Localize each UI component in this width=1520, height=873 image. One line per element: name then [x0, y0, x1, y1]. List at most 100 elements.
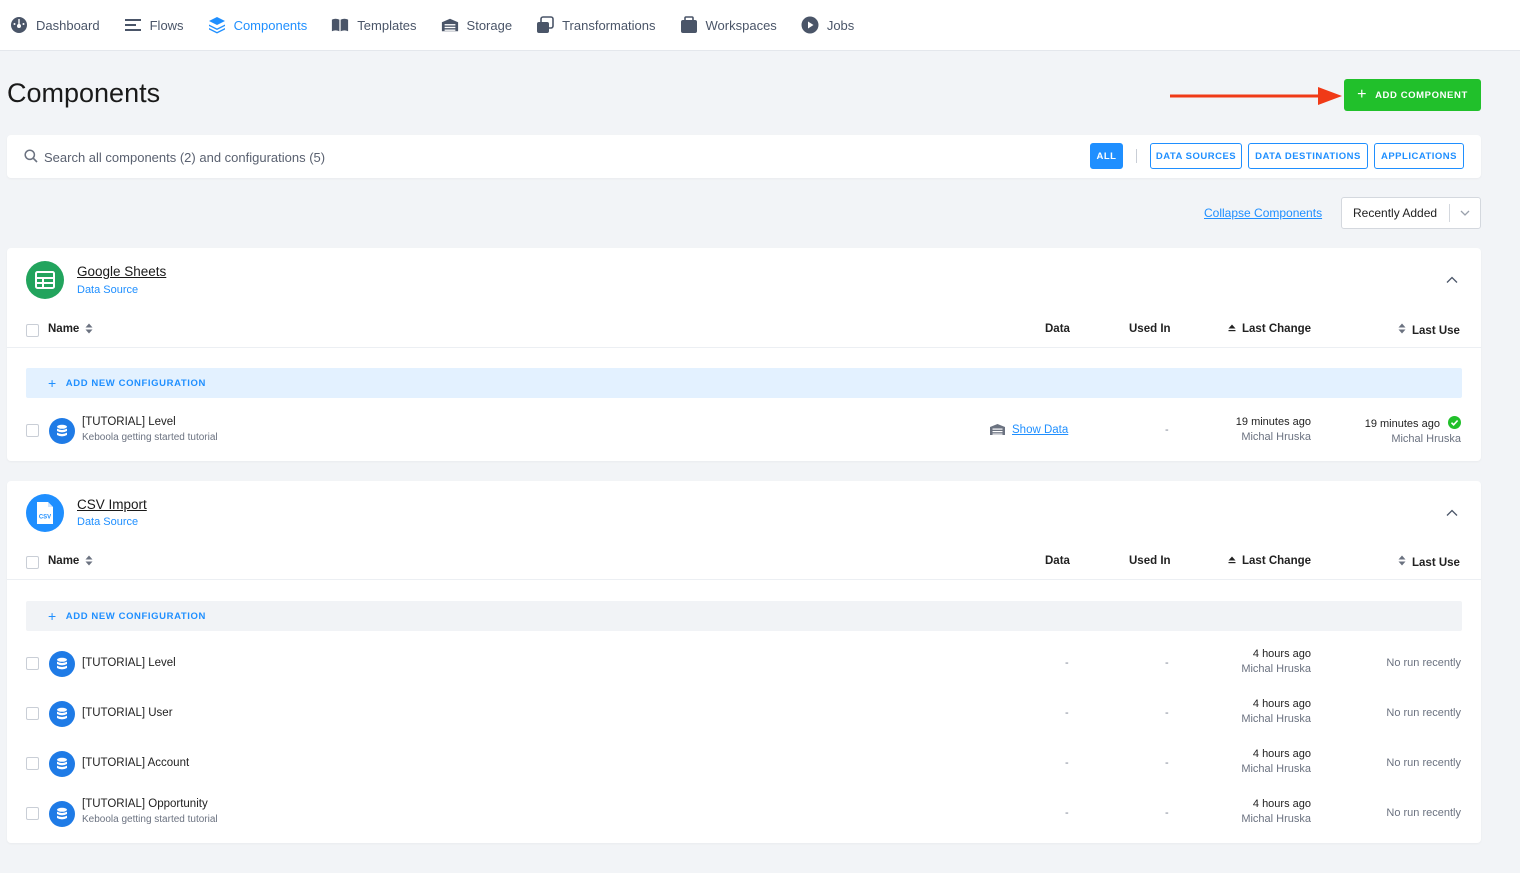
add-config-label: ADD NEW CONFIGURATION	[65, 610, 206, 622]
add-new-configuration-button[interactable]: + ADD NEW CONFIGURATION	[26, 601, 1462, 631]
col-name[interactable]: Name	[48, 555, 93, 567]
col-last-use[interactable]: Last Use	[1398, 555, 1460, 569]
table-header: Name Data Used In Last Change Last Use	[7, 544, 1481, 580]
last-change-user: Michal Hruska	[1241, 431, 1311, 443]
row-checkbox[interactable]	[26, 807, 39, 820]
last-change: 4 hours ago Michal Hruska	[1241, 798, 1311, 825]
used-in-value: -	[1165, 424, 1169, 436]
filter-applications[interactable]: APPLICATIONS	[1374, 143, 1464, 169]
data-value: -	[1065, 657, 1069, 669]
component-card-csv-import: CSV CSV Import Data Source Name Data Use…	[7, 481, 1481, 843]
used-in-value: -	[1165, 707, 1169, 719]
nav-storage[interactable]: Storage	[441, 0, 512, 51]
col-last-change[interactable]: Last Change	[1228, 323, 1311, 335]
row-name[interactable]: [TUTORIAL] Level	[82, 657, 176, 669]
row-name[interactable]: [TUTORIAL] Opportunity	[82, 798, 208, 810]
col-data: Data	[1045, 323, 1070, 335]
used-in-value: -	[1165, 657, 1169, 669]
row-checkbox[interactable]	[26, 757, 39, 770]
nav-label: Flows	[149, 17, 184, 33]
table-row[interactable]: [TUTORIAL] Opportunity Keboola getting s…	[7, 789, 1481, 839]
nav-components[interactable]: Components	[208, 0, 307, 51]
chevron-down-icon	[1450, 210, 1480, 216]
component-name[interactable]: Google Sheets	[77, 264, 166, 279]
nav-label: Jobs	[826, 17, 855, 33]
filter-divider	[1136, 149, 1137, 163]
row-checkbox[interactable]	[26, 707, 39, 720]
chevron-up-icon[interactable]	[1445, 506, 1459, 520]
component-type: Data Source	[77, 284, 139, 296]
database-icon	[49, 701, 75, 727]
component-card-google-sheets: Google Sheets Data Source Name Data Used…	[7, 248, 1481, 461]
dashboard-icon	[10, 16, 28, 34]
col-last-use-label: Last Use	[1412, 325, 1460, 337]
col-last-change-label: Last Change	[1242, 555, 1312, 567]
row-checkbox[interactable]	[26, 424, 39, 437]
plus-icon: +	[48, 375, 57, 391]
component-name[interactable]: CSV Import	[77, 497, 147, 512]
sort-asc-icon	[1228, 556, 1236, 564]
flows-icon	[124, 16, 142, 34]
row-name[interactable]: [TUTORIAL] User	[82, 707, 173, 719]
table-row[interactable]: [TUTORIAL] Level Keboola getting started…	[7, 406, 1481, 456]
nav-dashboard[interactable]: Dashboard	[10, 0, 100, 51]
database-icon	[49, 418, 75, 444]
sort-select[interactable]: Recently Added	[1341, 197, 1481, 229]
filter-all[interactable]: ALL	[1090, 143, 1123, 169]
nav-label: Templates	[357, 17, 417, 33]
show-data-label: Show Data	[1012, 423, 1069, 436]
select-all-checkbox[interactable]	[26, 556, 39, 569]
filter-data-destinations[interactable]: DATA DESTINATIONS	[1248, 143, 1368, 169]
used-in-value: -	[1165, 757, 1169, 769]
data-value: -	[1065, 807, 1069, 819]
show-data-link[interactable]: Show Data	[989, 423, 1068, 436]
table-row[interactable]: [TUTORIAL] User - - 4 hours ago Michal H…	[7, 689, 1481, 739]
last-change: 19 minutes ago Michal Hruska	[1236, 416, 1311, 443]
search-input[interactable]	[44, 146, 744, 168]
add-component-button[interactable]: + ADD COMPONENT	[1344, 79, 1481, 111]
plus-icon: +	[1357, 86, 1368, 103]
nav-workspaces[interactable]: Workspaces	[680, 0, 777, 51]
col-last-use[interactable]: Last Use	[1398, 323, 1460, 337]
last-change-time: 19 minutes ago	[1235, 416, 1311, 428]
nav-transformations[interactable]: Transformations	[536, 0, 656, 51]
last-change-user: Michal Hruska	[1241, 763, 1311, 775]
col-name-label: Name	[48, 555, 80, 567]
last-change-time: 4 hours ago	[1252, 798, 1311, 810]
sort-icon	[85, 555, 93, 566]
last-use-time: 19 minutes ago	[1364, 418, 1440, 430]
chevron-up-icon[interactable]	[1445, 273, 1459, 287]
col-name[interactable]: Name	[48, 323, 93, 335]
table-row[interactable]: [TUTORIAL] Level - - 4 hours ago Michal …	[7, 639, 1481, 689]
add-new-configuration-button[interactable]: + ADD NEW CONFIGURATION	[26, 368, 1462, 398]
nav-jobs[interactable]: Jobs	[801, 0, 854, 51]
row-checkbox[interactable]	[26, 657, 39, 670]
last-change-user: Michal Hruska	[1241, 713, 1311, 725]
row-name[interactable]: [TUTORIAL] Account	[82, 757, 189, 769]
select-all-checkbox[interactable]	[26, 324, 39, 337]
workspaces-icon	[680, 16, 698, 34]
filter-data-sources[interactable]: DATA SOURCES	[1150, 143, 1242, 169]
sort-icon	[85, 323, 93, 334]
nav-templates[interactable]: Templates	[331, 0, 417, 51]
col-used-in: Used In	[1129, 555, 1171, 567]
sort-icon	[1398, 555, 1406, 566]
row-name[interactable]: [TUTORIAL] Level	[82, 416, 176, 428]
nav-label: Workspaces	[705, 17, 777, 33]
collapse-components-link[interactable]: Collapse Components	[1204, 206, 1322, 220]
sort-value: Recently Added	[1353, 206, 1438, 220]
csv-file-icon: CSV	[26, 494, 64, 532]
table-row[interactable]: [TUTORIAL] Account - - 4 hours ago Micha…	[7, 739, 1481, 789]
last-use-value: No run recently	[1386, 757, 1461, 769]
last-change-time: 4 hours ago	[1252, 748, 1311, 760]
page-title: Components	[7, 78, 161, 108]
last-change: 4 hours ago Michal Hruska	[1241, 748, 1311, 775]
nav-label: Dashboard	[36, 17, 100, 33]
nav-flows[interactable]: Flows	[124, 0, 184, 51]
col-data: Data	[1045, 555, 1070, 567]
last-use-value: No run recently	[1386, 707, 1461, 719]
col-last-use-label: Last Use	[1412, 557, 1460, 569]
last-change: 4 hours ago Michal Hruska	[1241, 698, 1311, 725]
col-last-change[interactable]: Last Change	[1228, 555, 1311, 567]
storage-icon	[441, 16, 459, 34]
